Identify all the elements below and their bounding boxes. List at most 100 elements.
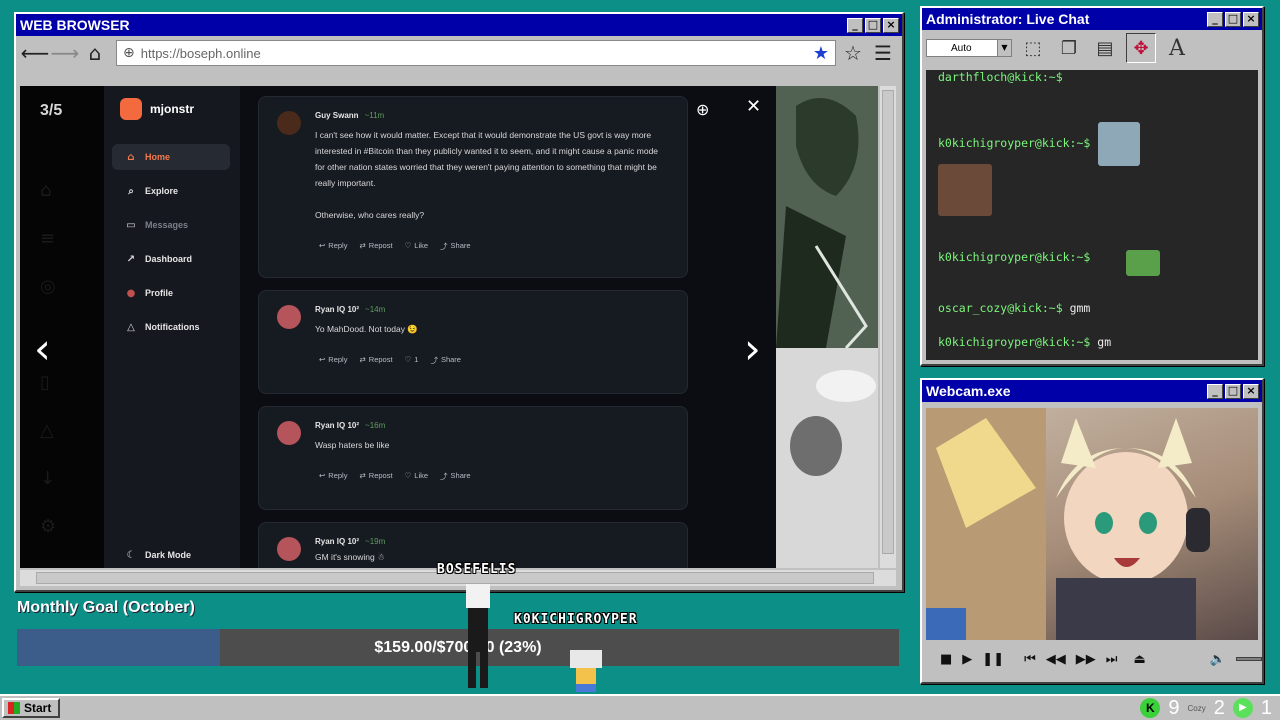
kick-icon[interactable]: K bbox=[1140, 698, 1161, 718]
minimize-button[interactable]: _ bbox=[847, 17, 863, 33]
post-author[interactable]: Guy Swann ~11m bbox=[315, 111, 384, 120]
post-card[interactable]: Guy Swann ~11m I can't see how it would m… bbox=[258, 96, 688, 278]
like-button[interactable]: ♡ Like bbox=[405, 241, 429, 252]
home-icon: ⌂ bbox=[127, 151, 135, 163]
zoom-icon[interactable]: ⊕ bbox=[696, 100, 709, 119]
pause-icon[interactable]: ❚❚ bbox=[982, 652, 1004, 667]
post-author[interactable]: Ryan IQ 10² ~14m bbox=[315, 305, 385, 314]
close-button[interactable]: × bbox=[883, 17, 899, 33]
app-name: mjonstr bbox=[150, 102, 195, 116]
heart-icon: ♡ bbox=[404, 355, 412, 364]
avatar[interactable] bbox=[277, 111, 301, 135]
scroll-thumb[interactable] bbox=[882, 90, 894, 554]
bell-ghost-icon: △ bbox=[40, 420, 54, 441]
logo-icon bbox=[120, 98, 142, 120]
chevron-down-icon[interactable]: ▼ bbox=[997, 40, 1011, 56]
repost-button[interactable]: ⇄ Repost bbox=[359, 355, 392, 366]
share-button[interactable]: ⤴ Share bbox=[440, 471, 471, 482]
post-author[interactable]: Ryan IQ 10² ~16m bbox=[315, 421, 385, 430]
home-icon[interactable]: ⌂ bbox=[82, 40, 108, 66]
app-logo[interactable]: mjonstr bbox=[120, 98, 194, 120]
eject-icon[interactable]: ⏏ bbox=[1134, 652, 1146, 667]
repost-button[interactable]: ⇄ Repost bbox=[359, 241, 392, 252]
sidebar-item-notifications[interactable]: △ Notifications bbox=[112, 314, 230, 340]
move-icon[interactable]: ✥ bbox=[1126, 33, 1156, 63]
webcam-title: Webcam.exe bbox=[926, 383, 1011, 399]
like-button[interactable]: ♡ Like bbox=[405, 471, 429, 482]
moon-icon: ☾ bbox=[126, 549, 136, 561]
avatar[interactable] bbox=[277, 421, 301, 445]
reply-icon: ↩ bbox=[319, 241, 326, 250]
avatar[interactable] bbox=[277, 305, 301, 329]
repost-button[interactable]: ⇄ Repost bbox=[359, 471, 392, 482]
like-button[interactable]: ♡ 1 bbox=[405, 355, 419, 366]
ghost-sidebar: ⌂ ≡ ◎ ▯ △ ↓ ⚙ bbox=[20, 86, 104, 568]
bookmark-star-icon[interactable]: ★ bbox=[813, 43, 829, 64]
url-text[interactable]: https://boseph.online bbox=[141, 46, 807, 61]
sidebar-item-label: Profile bbox=[145, 288, 174, 298]
share-button[interactable]: ⤴ Share bbox=[440, 241, 471, 252]
sidebar-item-messages[interactable]: ▭ Messages bbox=[112, 212, 230, 238]
chat-message: oscar_cozy@kick:~$ gmm bbox=[938, 301, 1091, 315]
maximize-button[interactable]: □ bbox=[865, 17, 881, 33]
rewind-icon[interactable]: ◀◀ bbox=[1046, 652, 1066, 667]
share-button[interactable]: ⤴ Share bbox=[430, 355, 461, 366]
vertical-scrollbar[interactable] bbox=[880, 86, 896, 568]
sidebar-item-dashboard[interactable]: ↗ Dashboard bbox=[112, 246, 230, 272]
minimize-button[interactable]: _ bbox=[1207, 383, 1223, 399]
skip-forward-icon[interactable]: ⏭ bbox=[1106, 652, 1118, 667]
browser-titlebar[interactable]: WEB BROWSER _ □ × bbox=[16, 14, 902, 36]
prev-arrow-icon[interactable]: ‹ bbox=[34, 324, 51, 373]
post-card[interactable]: Ryan IQ 10² ~14m Yo MahDood. Not today 😉 … bbox=[258, 290, 688, 394]
font-select[interactable]: Auto ▼ bbox=[926, 39, 1012, 57]
close-button[interactable]: × bbox=[1243, 11, 1259, 27]
font-icon[interactable]: A bbox=[1162, 33, 1192, 63]
skip-back-icon[interactable]: ⏮ bbox=[1024, 652, 1036, 667]
volume-slider[interactable] bbox=[1235, 657, 1262, 661]
address-bar[interactable]: ⊕ https://boseph.online ★ bbox=[116, 40, 836, 66]
webcam-window: Webcam.exe _ □ × ■ ▶ ❚❚ ⏮ ◀◀ ▶▶ ⏭ ⏏ 🔈 bbox=[920, 378, 1264, 684]
app-sidebar: mjonstr ⌂ Home ⌕ Explore ▭ Messages ↗ Da… bbox=[104, 86, 240, 568]
maximize-button[interactable]: □ bbox=[1225, 11, 1241, 27]
reply-button[interactable]: ↩ Reply bbox=[319, 471, 347, 482]
home-ghost-icon: ⌂ bbox=[40, 180, 52, 201]
webcam-titlebar[interactable]: Webcam.exe _ □ × bbox=[922, 380, 1262, 402]
close-button[interactable]: × bbox=[1243, 383, 1259, 399]
dark-mode-toggle[interactable]: ☾ Dark Mode bbox=[112, 542, 230, 568]
stop-icon[interactable]: ■ bbox=[940, 652, 952, 667]
chat-titlebar[interactable]: Administrator: Live Chat _ □ × bbox=[922, 8, 1262, 30]
avatar[interactable] bbox=[277, 537, 301, 561]
compass-ghost-icon: ◎ bbox=[40, 276, 56, 297]
minimize-button[interactable]: _ bbox=[1207, 11, 1223, 27]
sidebar-item-home[interactable]: ⌂ Home bbox=[112, 144, 230, 170]
forward-arrow-icon[interactable]: ⟶ bbox=[51, 40, 80, 66]
menu-icon[interactable]: ☰ bbox=[870, 40, 896, 66]
select-rect-icon[interactable]: ⬚ bbox=[1018, 33, 1048, 63]
dark-mode-label: Dark Mode bbox=[145, 550, 192, 560]
download-ghost-icon: ↓ bbox=[40, 468, 56, 489]
sidebar-item-profile[interactable]: ● Profile bbox=[112, 280, 230, 306]
pixel-character-sprite bbox=[458, 584, 498, 692]
maximize-button[interactable]: □ bbox=[1225, 383, 1241, 399]
post-actions: ↩ Reply ⇄ Repost ♡ Like ⤴ Share bbox=[319, 241, 471, 252]
reply-button[interactable]: ↩ Reply bbox=[319, 241, 347, 252]
paste-icon[interactable]: ▤ bbox=[1090, 33, 1120, 63]
message-icon: ▭ bbox=[126, 219, 136, 231]
play-circle-icon[interactable]: ▶ bbox=[1232, 698, 1253, 718]
sidebar-item-explore[interactable]: ⌕ Explore bbox=[112, 178, 230, 204]
close-viewer-icon[interactable]: ✕ bbox=[746, 96, 761, 117]
copy-icon[interactable]: ❐ bbox=[1054, 33, 1084, 63]
start-button[interactable]: Start bbox=[2, 698, 60, 718]
favorites-star-icon[interactable]: ☆ bbox=[840, 40, 866, 66]
next-arrow-icon[interactable]: › bbox=[744, 324, 761, 373]
volume-icon[interactable]: 🔈 bbox=[1210, 652, 1226, 667]
play-icon[interactable]: ▶ bbox=[962, 652, 972, 667]
cozy-icon[interactable]: Cozy bbox=[1188, 704, 1206, 713]
fast-forward-icon[interactable]: ▶▶ bbox=[1076, 652, 1096, 667]
tray-count: 1 bbox=[1260, 696, 1272, 719]
reply-button[interactable]: ↩ Reply bbox=[319, 355, 347, 366]
post-author[interactable]: Ryan IQ 10² ~19m bbox=[315, 537, 385, 546]
back-arrow-icon[interactable]: ⟵ bbox=[21, 40, 50, 66]
chat-message: k0kichigroyper@kick:~$ bbox=[938, 250, 1091, 264]
post-card[interactable]: Ryan IQ 10² ~16m Wasp haters be like ↩ Rep… bbox=[258, 406, 688, 510]
